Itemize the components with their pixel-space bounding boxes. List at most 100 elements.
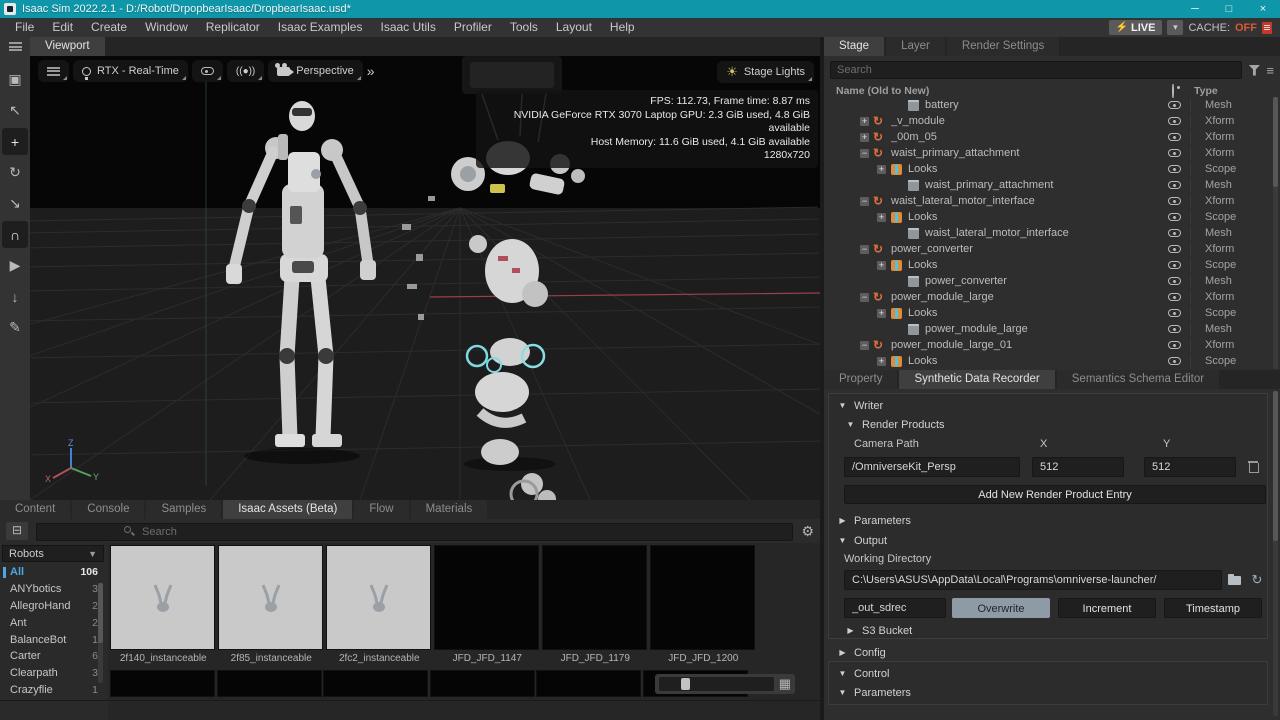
stage-tree-row[interactable]: − power_converter Xform [824,241,1274,257]
prim-name[interactable]: _00m_05 [891,131,1168,143]
expand-toggle[interactable]: + [877,309,886,318]
timestamp-button[interactable]: Timestamp [1164,598,1262,618]
filter-icon[interactable] [1248,65,1260,76]
visibility-eye-icon[interactable] [1168,181,1181,189]
inspector-tab[interactable]: Semantics Schema Editor [1057,370,1219,389]
visibility-eye-icon[interactable] [1168,133,1181,141]
viewport-settings-button[interactable] [38,60,69,82]
control-section-header[interactable]: ▼Control [838,664,889,683]
visibility-eye-icon[interactable] [1168,229,1181,237]
assets-panel-tab[interactable]: Flow [354,500,408,519]
camera-selector[interactable]: Perspective [268,60,362,82]
writer-section-header[interactable]: ▼Writer [838,396,883,415]
thumbnail-size-slider[interactable] [659,677,774,691]
prim-name[interactable]: power_module_large [925,323,1168,335]
inspector-scrollbar[interactable] [1273,391,1278,716]
prim-name[interactable]: power_converter [925,275,1168,287]
category-scrollbar[interactable] [98,583,103,683]
asset-thumbnail[interactable] [542,545,647,650]
maximize-button[interactable]: □ [1212,3,1246,15]
assets-panel-tab[interactable]: Console [72,500,144,519]
expand-toggle[interactable]: − [860,245,869,254]
visibility-eye-icon[interactable] [1168,165,1181,173]
assets-search-input[interactable] [36,523,793,541]
grid-view-icon[interactable]: ▦ [779,676,791,692]
stage-lights-button[interactable]: ☀ Stage Lights [717,61,814,83]
stage-tree-row[interactable]: + Looks Scope [824,161,1274,177]
tab-viewport[interactable]: Viewport [30,37,105,56]
stage-tree-row[interactable]: + Looks Scope [824,209,1274,225]
prim-name[interactable]: Looks [908,355,1168,367]
stage-tree-row[interactable]: + Looks Scope [824,257,1274,273]
visibility-eye-icon[interactable] [1168,293,1181,301]
expand-toggle[interactable]: + [877,261,886,270]
asset-thumbnail[interactable] [326,545,431,650]
stage-panel-tab[interactable]: Stage [824,37,884,56]
increment-button[interactable]: Increment [1058,598,1156,618]
y-input[interactable] [1144,457,1236,477]
visibility-eye-icon[interactable] [1168,357,1181,365]
minimize-button[interactable]: ─ [1178,3,1212,15]
expand-toggle[interactable]: − [860,341,869,350]
stage-tree-row[interactable]: + _00m_05 Xform [824,129,1274,145]
inspector-tab[interactable]: Synthetic Data Recorder [899,370,1054,389]
expand-toggle[interactable]: + [860,117,869,126]
live-dropdown-chevron[interactable]: ▾ [1167,20,1183,35]
stage-panel-tab[interactable]: Layer [886,37,945,56]
stage-search-input[interactable] [830,61,1242,79]
visibility-eye-icon[interactable] [1168,149,1181,157]
prim-name[interactable]: power_module_large_01 [891,339,1168,351]
prim-name[interactable]: Looks [908,307,1168,319]
prim-name[interactable]: waist_lateral_motor_interface [891,195,1168,207]
camera-path-input[interactable] [844,457,1020,477]
prim-name[interactable]: battery [925,99,1168,111]
slider-handle[interactable] [681,678,690,690]
stage-tree-row[interactable]: waist_lateral_motor_interface Mesh [824,225,1274,241]
stage-tree-row[interactable]: − power_module_large_01 Xform [824,337,1274,353]
tree-view-toggle-icon[interactable]: ⊟ [6,522,28,540]
category-row[interactable]: BalanceBot 1 [2,631,104,648]
visibility-eye-icon[interactable] [1168,261,1181,269]
renderer-selector[interactable]: RTX - Real-Time [73,60,188,82]
prim-name[interactable]: Looks [908,211,1168,223]
dock-menu-button[interactable] [0,37,30,56]
assets-panel-tab[interactable]: Content [0,500,70,519]
parameters-section-header[interactable]: ▶Parameters [838,511,911,530]
visibility-eye-icon[interactable] [1168,213,1181,221]
category-row[interactable]: Clearpath 3 [2,665,104,682]
visibility-eye-icon[interactable] [1168,325,1181,333]
stage-tree-row[interactable]: waist_primary_attachment Mesh [824,177,1274,193]
menu-item[interactable]: Edit [43,18,82,37]
asset-thumbnail[interactable] [218,545,323,650]
prim-name[interactable]: waist_lateral_motor_interface [925,227,1168,239]
expand-toggle[interactable]: − [860,293,869,302]
visibility-eye-icon[interactable] [1168,277,1181,285]
overwrite-button[interactable]: Overwrite [952,598,1050,618]
category-row[interactable]: Carter 6 [2,648,104,665]
x-input[interactable] [1032,457,1124,477]
output-section-header[interactable]: ▼Output [838,531,887,550]
assets-panel-tab[interactable]: Isaac Assets (Beta) [223,500,352,519]
asset-thumbnail[interactable] [434,545,539,650]
prim-name[interactable]: power_module_large [891,291,1168,303]
menu-item[interactable]: Layout [547,18,601,37]
expand-toggle[interactable]: + [877,357,886,366]
expand-toggle[interactable]: − [860,149,869,158]
expand-toggle[interactable]: − [860,197,869,206]
menu-item[interactable]: Replicator [197,18,269,37]
menu-item[interactable]: Tools [501,18,547,37]
add-render-product-button[interactable]: Add New Render Product Entry [844,485,1266,504]
menu-item[interactable]: Window [136,18,197,37]
output-folder-name-input[interactable] [844,598,946,618]
live-sync-button[interactable]: ⚡ LIVE [1109,20,1163,35]
stage-tree-row[interactable]: battery Mesh [824,97,1274,113]
expand-toggle[interactable]: + [860,133,869,142]
category-dropdown[interactable]: Robots ▼ [2,545,104,562]
menu-item[interactable]: Isaac Examples [269,18,372,37]
visibility-eye-icon[interactable] [1168,341,1181,349]
asset-thumbnail[interactable] [650,545,755,650]
refresh-icon[interactable]: ↻ [1248,571,1266,589]
control-parameters-section-header[interactable]: ▼Parameters [838,683,911,702]
stage-tree-row[interactable]: − waist_primary_attachment Xform [824,145,1274,161]
visibility-eye-icon[interactable] [1168,101,1181,109]
